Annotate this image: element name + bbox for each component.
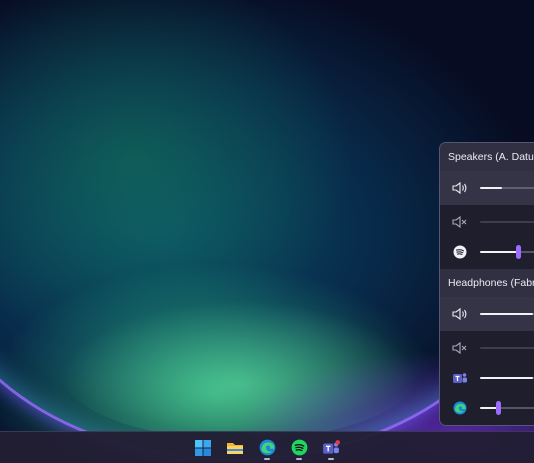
speakers-spotify-row — [440, 237, 534, 267]
headphones-teams-row — [440, 363, 534, 393]
running-indicator — [328, 457, 334, 460]
taskbar — [0, 431, 534, 463]
headphones-app-list — [440, 331, 534, 425]
speaker-icon[interactable] — [452, 306, 468, 322]
file-explorer-icon[interactable] — [224, 436, 246, 460]
headphones-edge-row — [440, 393, 534, 423]
windows-start-icon[interactable] — [192, 436, 214, 460]
volume-mixer-panel: Speakers (A. Datum) Headphones (Fabr — [439, 142, 534, 426]
device-name-speakers: Speakers (A. Datum) — [440, 143, 534, 171]
running-indicator — [296, 457, 302, 460]
spotify-icon[interactable] — [288, 436, 310, 460]
running-indicator — [264, 457, 270, 460]
headphones-system-sounds-slider[interactable] — [480, 341, 534, 355]
speakers-app-list — [440, 205, 534, 269]
headphones-edge-slider[interactable] — [480, 401, 534, 415]
speakers-system-sounds-row — [440, 207, 534, 237]
headphones-master-volume-row — [440, 297, 534, 331]
speakers-master-slider[interactable] — [480, 181, 534, 195]
device-name-headphones: Headphones (Fabrikam) — [440, 269, 534, 297]
edge-icon[interactable] — [256, 436, 278, 460]
spotify-icon[interactable] — [452, 244, 468, 260]
teams-icon[interactable] — [320, 436, 342, 460]
edge-icon[interactable] — [452, 400, 468, 416]
system-sounds-muted-icon[interactable] — [452, 214, 468, 230]
speakers-spotify-slider[interactable] — [480, 245, 534, 259]
headphones-system-sounds-row — [440, 333, 534, 363]
system-sounds-muted-icon[interactable] — [452, 340, 468, 356]
speakers-system-sounds-slider[interactable] — [480, 215, 534, 229]
teams-icon[interactable] — [452, 370, 468, 386]
speaker-icon[interactable] — [452, 180, 468, 196]
headphones-master-slider[interactable] — [480, 307, 534, 321]
speakers-master-volume-row — [440, 171, 534, 205]
headphones-teams-slider[interactable] — [480, 371, 534, 385]
